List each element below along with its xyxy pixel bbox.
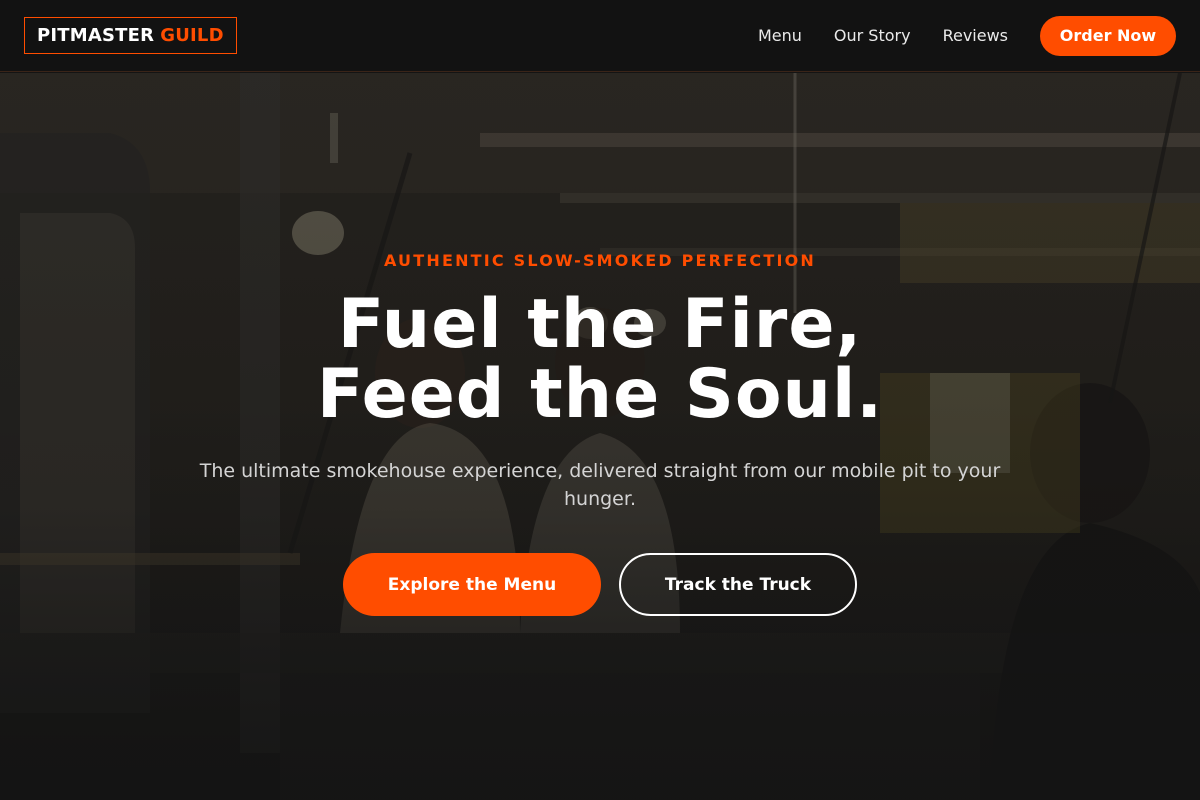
hero-headline: Fuel the Fire, Feed the Soul. [0, 290, 1200, 430]
headline-line-1: Fuel the Fire, [337, 285, 863, 364]
explore-menu-button[interactable]: Explore the Menu [343, 553, 601, 616]
hero-section: AUTHENTIC SLOW-SMOKED PERFECTION Fuel th… [0, 0, 1200, 800]
order-now-button[interactable]: Order Now [1040, 15, 1176, 56]
nav-link-reviews[interactable]: Reviews [943, 26, 1008, 45]
logo-accent-text: GUILD [160, 25, 224, 46]
nav-link-menu[interactable]: Menu [758, 26, 802, 45]
headline-line-2: Feed the Soul. [316, 355, 884, 434]
hero-eyebrow: AUTHENTIC SLOW-SMOKED PERFECTION [383, 251, 817, 270]
nav-links: Menu Our Story Reviews Order Now [758, 15, 1176, 56]
brand-logo[interactable]: PITMASTER GUILD [24, 17, 237, 54]
top-navbar: PITMASTER GUILD Menu Our Story Reviews O… [0, 0, 1200, 72]
track-truck-button[interactable]: Track the Truck [619, 553, 857, 616]
hero-subtext: The ultimate smokehouse experience, deli… [199, 460, 1001, 510]
hero-cta-group: Explore the Menu Track the Truck [0, 553, 1200, 616]
nav-link-our-story[interactable]: Our Story [834, 26, 911, 45]
logo-main-text: PITMASTER [37, 25, 155, 46]
